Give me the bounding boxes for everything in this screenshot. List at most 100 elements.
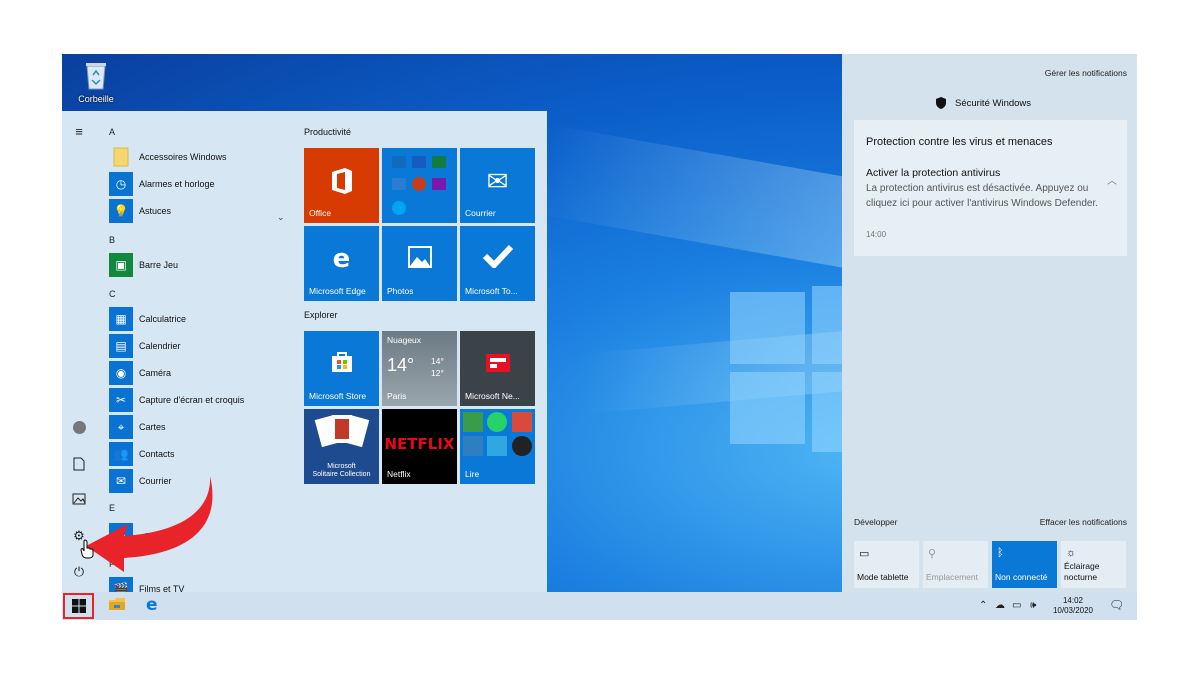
network-icon[interactable]: ▭ — [1012, 600, 1021, 611]
tile-label-line2: Solitaire Collection — [312, 471, 371, 478]
tile-todo[interactable]: Microsoft To... — [460, 226, 535, 301]
app-label: Caméra — [139, 368, 172, 378]
group-title-productivity[interactable]: Productivité — [304, 127, 351, 137]
app-label: Calculatrice — [139, 314, 187, 324]
office-apps-icon — [392, 156, 446, 215]
tile-play[interactable]: Lire — [460, 409, 535, 484]
tile-label: Microsoft Ne... — [465, 391, 520, 401]
app-enregistreur-vocal[interactable]: 🎙 r vocal — [109, 523, 172, 547]
app-cartes[interactable]: ⌖ Cartes — [109, 415, 166, 439]
tile-photos[interactable]: Photos — [382, 226, 457, 301]
store-icon — [304, 349, 379, 379]
xbox-game-bar-icon: ▣ — [109, 253, 133, 277]
office-icon — [304, 166, 379, 202]
calendar-icon: ▤ — [109, 334, 133, 358]
tile-label: Microsoft Edge — [309, 286, 366, 296]
taskbar-clock[interactable]: 14:02 10/03/2020 — [1049, 596, 1097, 616]
pictures-icon[interactable] — [72, 493, 86, 507]
quick-action-location[interactable]: ⚲ Emplacement — [923, 541, 988, 588]
manage-notifications-link[interactable]: Gérer les notifications — [1045, 68, 1127, 78]
letter-header[interactable]: C — [109, 289, 116, 299]
notification-time: 14:00 — [866, 230, 887, 239]
tablet-mode-icon: ▭ — [859, 548, 870, 560]
mail-icon: ✉ — [109, 469, 133, 493]
tile-office[interactable]: Office — [304, 148, 379, 223]
edge-icon: e — [332, 244, 351, 274]
clock-icon: ◷ — [109, 172, 133, 196]
app-label: Cartes — [139, 422, 166, 432]
app-films-tv[interactable]: 🎬 Films et TV — [109, 577, 184, 592]
file-explorer-icon[interactable] — [109, 597, 125, 614]
letter-header[interactable]: A — [109, 127, 115, 137]
letter-header[interactable]: B — [109, 235, 115, 245]
tile-netflix[interactable]: NETFLIX Netflix — [382, 409, 457, 484]
app-label: Courrier — [139, 476, 172, 486]
app-barre-jeu[interactable]: ▣ Barre Jeu — [109, 253, 178, 277]
app-calculatrice[interactable]: ▦ Calculatrice — [109, 307, 186, 331]
app-label: Barre Jeu — [139, 260, 179, 270]
volume-icon[interactable]: 🕪 — [1030, 600, 1036, 611]
location-icon: ⚲ — [928, 548, 937, 560]
app-accessoires-windows[interactable]: Accessoires Windows — [109, 145, 227, 169]
map-pin-icon: ⌖ — [109, 415, 133, 439]
taskbar: e ⌃ ☁ ▭ 🕪 14:02 10/03/2020 🗨 — [62, 592, 1137, 620]
tile-office-apps[interactable] — [382, 148, 457, 223]
tile-news[interactable]: Microsoft Ne... — [460, 331, 535, 406]
quick-action-tablet-mode[interactable]: ▭ Mode tablette — [854, 541, 919, 588]
chevron-up-icon[interactable]: ⌃ — [979, 600, 987, 611]
action-center-notification-icon[interactable]: 🗨 — [1109, 598, 1124, 612]
action-center: Gérer les notifications Sécurité Windows… — [842, 54, 1137, 592]
netflix-logo: NETFLIX — [384, 435, 455, 453]
chevron-down-icon[interactable]: ⌄ — [277, 212, 285, 223]
tile-weather[interactable]: Nuageux 14° 14° 12° Paris — [382, 331, 457, 406]
group-title-explore[interactable]: Explorer — [304, 310, 338, 320]
calculator-icon: ▦ — [109, 307, 133, 331]
documents-icon[interactable] — [72, 457, 86, 471]
tile-label: Microsoft Store — [309, 391, 367, 401]
app-contacts[interactable]: 👥 Contacts — [109, 442, 175, 466]
edge-icon[interactable]: e — [146, 595, 158, 615]
letter-header[interactable]: F — [109, 559, 115, 569]
tile-store[interactable]: Microsoft Store — [304, 331, 379, 406]
hamburger-menu-icon[interactable]: ≡ — [72, 125, 86, 139]
onedrive-cloud-icon[interactable]: ☁ — [995, 600, 1005, 611]
tile-label: Microsoft To... — [465, 286, 518, 296]
weather-high: 14° — [431, 356, 444, 366]
quick-action-night-light[interactable]: ☼ Éclairage nocturne — [1061, 541, 1126, 588]
start-button[interactable] — [63, 593, 94, 619]
weather-city: Paris — [387, 391, 407, 401]
tile-edge[interactable]: e Microsoft Edge — [304, 226, 379, 301]
news-icon — [460, 349, 535, 379]
app-calendrier[interactable]: ▤ Calendrier — [109, 334, 181, 358]
app-camera[interactable]: ◉ Caméra — [109, 361, 171, 385]
microphone-icon: 🎙 — [109, 523, 133, 547]
night-light-icon: ☼ — [1066, 547, 1077, 559]
clear-notifications-link[interactable]: Effacer les notifications — [1040, 517, 1127, 527]
checkmark-icon — [460, 244, 535, 274]
bluetooth-icon: ᛒ — [997, 547, 1004, 559]
tile-label-line1: Microsoft — [327, 463, 356, 470]
recycle-bin[interactable]: Corbeille — [72, 60, 120, 104]
notification-header: Protection contre les virus et menaces — [866, 136, 1053, 148]
games-icon — [463, 412, 532, 456]
photos-icon — [382, 244, 457, 274]
tile-label: Photos — [387, 286, 414, 296]
user-avatar-icon[interactable] — [73, 421, 86, 434]
expand-link[interactable]: Développer — [854, 517, 897, 527]
app-astuces[interactable]: 💡 Astuces — [109, 199, 171, 223]
weather-temperature: 14° — [387, 355, 415, 375]
people-icon: 👥 — [109, 442, 133, 466]
letter-header[interactable]: E — [109, 503, 115, 513]
app-capture-ecran[interactable]: ✂ Capture d'écran et croquis — [109, 388, 244, 412]
app-label: Astuces — [139, 206, 172, 216]
power-icon[interactable]: ⏻ — [72, 565, 86, 579]
tile-courrier[interactable]: ✉ Courrier — [460, 148, 535, 223]
quick-action-bluetooth[interactable]: ᛒ Non connecté — [992, 541, 1057, 588]
notification-app-title: Sécurité Windows — [955, 97, 1032, 109]
chevron-up-icon[interactable]: ︿ — [1107, 172, 1117, 187]
tile-solitaire[interactable]: Microsoft Solitaire Collection — [304, 409, 379, 484]
notification-card[interactable]: Protection contre les virus et menaces A… — [854, 120, 1127, 256]
app-courrier[interactable]: ✉ Courrier — [109, 469, 172, 493]
tile-label: Office — [309, 208, 332, 218]
app-alarmes-horloge[interactable]: ◷ Alarmes et horloge — [109, 172, 215, 196]
